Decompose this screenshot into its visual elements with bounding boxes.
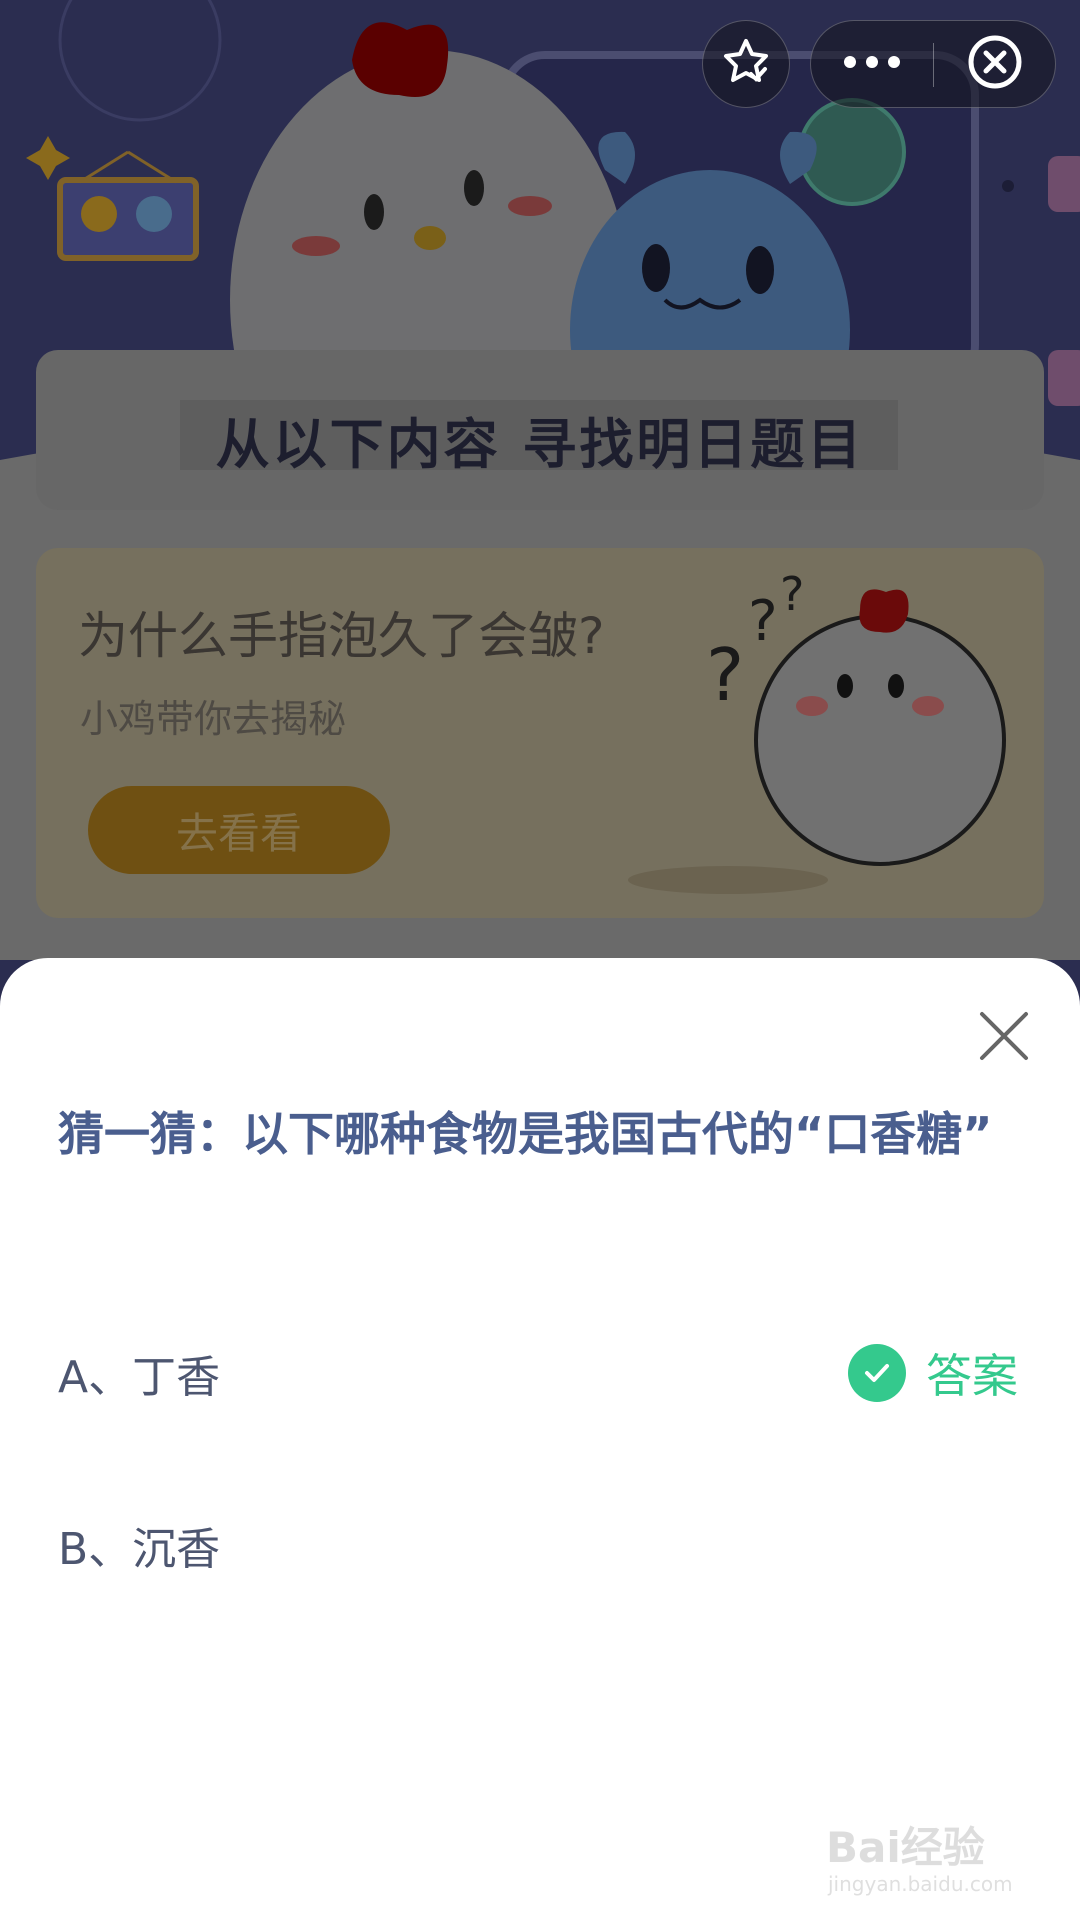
close-circle-icon (967, 34, 1023, 94)
baidu-watermark: Bai经验 jingyan.baidu.com (826, 1810, 1046, 1910)
sheet-close-button[interactable] (976, 1008, 1032, 1064)
option-label: A、丁香 (58, 1352, 221, 1403)
option-label: B、沉香 (58, 1524, 221, 1575)
star-check-icon (720, 36, 772, 92)
answer-label: 答案 (926, 1349, 1018, 1403)
svg-text:?: ? (706, 633, 744, 717)
exit-button[interactable] (934, 21, 1056, 107)
promo-title: 为什么手指泡久了会皱? (78, 607, 605, 665)
favorite-button[interactable] (702, 20, 790, 108)
promo-subtitle: 小鸡带你去揭秘 (80, 697, 347, 741)
more-button[interactable] (811, 21, 933, 107)
mini-program-capsule (810, 20, 1056, 108)
watermark-main: Bai经验 (826, 1823, 985, 1872)
promo-go-button[interactable]: 去看看 (88, 786, 390, 874)
banner-title: 从以下内容 寻找明日题目 (215, 413, 865, 476)
close-icon (976, 1012, 1032, 1068)
quiz-question: 猜一猜：以下哪种食物是我国古代的“口香糖” (58, 1107, 993, 1161)
more-dots-icon (842, 54, 902, 74)
check-circle-icon (848, 1344, 906, 1402)
watermark-url: jingyan.baidu.com (828, 1872, 1013, 1896)
option-b[interactable]: B、沉香 (58, 1500, 1018, 1590)
svg-text:?: ? (780, 567, 804, 621)
option-a[interactable]: A、丁香 答案 (58, 1328, 1018, 1418)
answer-tag: 答案 (848, 1328, 1018, 1418)
svg-text:?: ? (748, 589, 778, 654)
